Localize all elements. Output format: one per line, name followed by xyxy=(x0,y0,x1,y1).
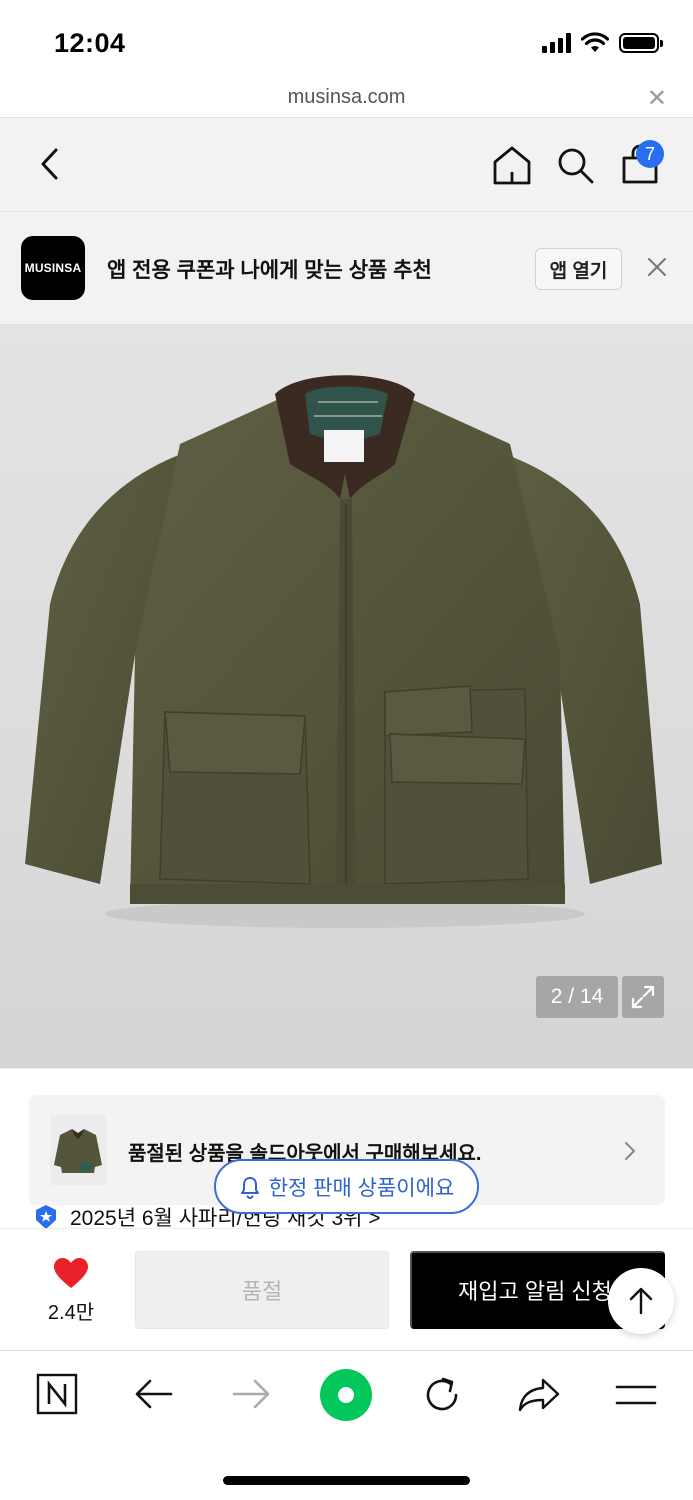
status-bar: 12:04 xyxy=(0,0,693,78)
soldout-thumbnail xyxy=(50,1115,106,1185)
site-header xyxy=(0,118,693,212)
url-text[interactable]: musinsa.com xyxy=(0,86,693,109)
arrow-up-icon xyxy=(629,1287,653,1315)
bell-icon xyxy=(240,1176,259,1199)
heart-icon[interactable] xyxy=(52,1257,90,1289)
browser-forward-icon xyxy=(232,1379,270,1409)
image-counter: 2 / 14 xyxy=(536,976,618,1018)
back-icon[interactable] xyxy=(36,146,66,182)
open-app-button[interactable]: 앱 열기 xyxy=(535,248,622,290)
close-icon[interactable] xyxy=(646,256,668,278)
product-image[interactable] xyxy=(0,324,693,1068)
jacket-illustration xyxy=(25,375,662,928)
home-icon[interactable] xyxy=(490,144,534,186)
naver-n-icon[interactable] xyxy=(36,1372,78,1416)
app-promo-text: 앱 전용 쿠폰과 나에게 맞는 상품 추천 xyxy=(107,259,432,282)
limited-sale-badge: 한정 판매 상품이에요 xyxy=(214,1159,479,1214)
url-bar: musinsa.com ✕ xyxy=(0,78,693,118)
wifi-icon xyxy=(581,32,609,52)
chevron-right-icon xyxy=(625,1142,636,1160)
expand-icon[interactable] xyxy=(622,976,664,1018)
search-icon[interactable] xyxy=(556,146,596,186)
battery-icon xyxy=(619,33,663,53)
musinsa-logo: MUSINSA xyxy=(21,236,85,300)
limited-sale-text: 한정 판매 상품이에요 xyxy=(268,1176,455,1200)
menu-icon[interactable] xyxy=(614,1382,658,1408)
app-promo-banner: MUSINSA 앱 전용 쿠폰과 나에게 맞는 상품 추천 앱 열기 xyxy=(0,212,693,324)
soldout-button: 품절 xyxy=(135,1251,389,1329)
green-dot-icon[interactable] xyxy=(319,1368,373,1422)
refresh-icon[interactable] xyxy=(421,1374,463,1416)
scroll-to-top-button[interactable] xyxy=(608,1268,674,1334)
share-icon[interactable] xyxy=(517,1376,561,1414)
like-count: 2.4만 xyxy=(47,1302,95,1324)
cart-count-badge: 7 xyxy=(636,140,664,168)
browser-back-icon[interactable] xyxy=(134,1378,174,1410)
url-close-icon[interactable]: ✕ xyxy=(647,84,667,113)
home-indicator xyxy=(223,1476,470,1485)
ranking-badge-icon xyxy=(36,1205,56,1229)
cellular-signal-icon xyxy=(542,33,571,53)
status-time: 12:04 xyxy=(54,28,126,58)
status-icons xyxy=(542,32,663,54)
